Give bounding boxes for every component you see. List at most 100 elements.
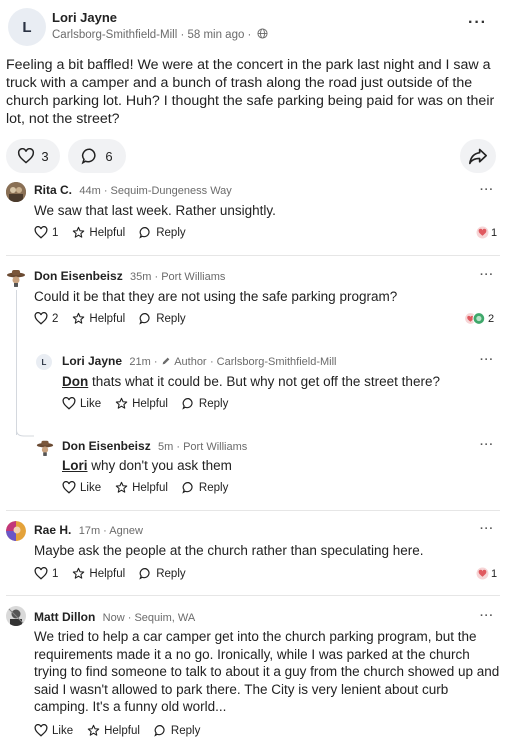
comment-like-button[interactable]: Like xyxy=(34,724,73,737)
reply-author-avatar[interactable]: L xyxy=(36,354,52,370)
commenter-avatar[interactable] xyxy=(6,606,26,626)
reply-label: Reply xyxy=(156,567,186,580)
post-author-avatar[interactable]: L xyxy=(8,8,46,46)
comment-more-button[interactable]: ··· xyxy=(480,610,494,622)
share-arrow-icon xyxy=(469,148,487,165)
post-comments-button[interactable]: 6 xyxy=(68,139,126,173)
commenter-avatar[interactable] xyxy=(6,182,26,202)
reply-bubble-icon xyxy=(154,725,165,737)
reply-helpful-button[interactable]: Helpful xyxy=(115,481,168,494)
comment-more-button[interactable]: ··· xyxy=(480,184,494,196)
reply-text: Don thats what it could be. But why not … xyxy=(62,373,492,391)
comment-author-name[interactable]: Rae H. xyxy=(34,523,71,537)
reply-label: Reply xyxy=(198,397,229,410)
post-more-menu-button[interactable]: ··· xyxy=(468,14,487,32)
comment-author-name[interactable]: Rita C. xyxy=(34,183,72,197)
comment-helpful-button[interactable]: Helpful xyxy=(72,567,125,580)
reply-actions: Like Helpful Reply xyxy=(62,397,228,410)
comment-actions: 1 Helpful Reply xyxy=(34,226,186,239)
reply-author-name[interactable]: Lori Jayne xyxy=(62,354,122,368)
mention-link[interactable]: Don xyxy=(62,374,88,389)
comment-helpful-button[interactable]: Helpful xyxy=(87,724,140,737)
comment-actions: Like Helpful Reply xyxy=(34,724,200,737)
post-like-button[interactable]: 3 xyxy=(6,139,60,173)
comment-author-name[interactable]: Don Eisenbeisz xyxy=(34,269,123,283)
comment-reaction-summary[interactable]: 1 xyxy=(476,226,497,239)
reply-reply-button[interactable]: Reply xyxy=(182,481,228,494)
reply-like-button[interactable]: Like xyxy=(62,481,101,494)
reply-more-button[interactable]: ··· xyxy=(480,439,494,451)
thread-line xyxy=(16,290,17,435)
comment-like-count: 1 xyxy=(52,567,59,580)
comment-helpful-button[interactable]: Helpful xyxy=(72,312,125,325)
reply-author[interactable]: Lori Jayne 21m · Author · Carlsborg-Smit… xyxy=(62,354,336,368)
comment-author[interactable]: Matt Dillon Now · Sequim, WA xyxy=(34,610,195,624)
heart-icon xyxy=(34,312,48,325)
comment-reply-button[interactable]: Reply xyxy=(154,724,200,737)
comment-meta: 35m · Port Williams xyxy=(130,271,226,283)
comment-meta: 44m · Sequim-Dungeness Way xyxy=(79,185,232,197)
star-icon xyxy=(115,397,128,409)
comment-more-button[interactable]: ··· xyxy=(480,523,494,535)
reply-author-name[interactable]: Don Eisenbeisz xyxy=(62,439,151,453)
comment-text: Could it be that they are not using the … xyxy=(34,289,398,304)
heart-icon xyxy=(34,724,48,737)
post-body-text: Feeling a bit baffled! We were at the co… xyxy=(6,57,495,127)
star-icon xyxy=(115,481,128,493)
reply-reply-button[interactable]: Reply xyxy=(182,397,228,410)
comment-reaction-summary[interactable]: 1 xyxy=(476,567,497,580)
comment-like-button[interactable]: 1 xyxy=(34,226,58,239)
commenter-avatar[interactable] xyxy=(6,267,26,287)
comment-reply-button[interactable]: Reply xyxy=(139,312,186,325)
comment-author[interactable]: Rae H. 17m · Agnew xyxy=(34,523,143,537)
heart-icon xyxy=(34,226,48,239)
comment-reply-button[interactable]: Reply xyxy=(139,567,186,580)
mention-link[interactable]: Lori xyxy=(62,458,88,473)
thread-branch xyxy=(16,420,34,437)
cowboy-hat-avatar-icon xyxy=(6,267,26,287)
reply-bubble-icon xyxy=(139,568,150,580)
comment-like-button[interactable]: 1 xyxy=(34,567,58,580)
reply-more-button[interactable]: ··· xyxy=(480,354,494,366)
star-icon xyxy=(73,567,85,579)
divider xyxy=(6,255,500,256)
heart-reaction-icon xyxy=(476,567,489,580)
comment-reaction-summary[interactable]: 2 xyxy=(464,312,494,325)
heart-icon xyxy=(34,567,48,580)
heart-icon xyxy=(62,481,76,494)
comment-reply-button[interactable]: Reply xyxy=(139,226,186,239)
reply-label: Reply xyxy=(156,312,186,325)
helpful-label: Helpful xyxy=(89,312,126,325)
reply-bubble-icon xyxy=(139,227,150,239)
comment-actions: 1 Helpful Reply xyxy=(34,567,186,580)
comment-more-button[interactable]: ··· xyxy=(480,269,494,281)
post-comment-count: 6 xyxy=(105,148,113,164)
reply-actions: Like Helpful Reply xyxy=(62,481,228,494)
comment-text: We saw that last week. Rather unsightly. xyxy=(34,203,276,218)
post-meta-text: Carlsborg-Smithfield-Mill · 58 min ago · xyxy=(52,29,252,41)
multi-reaction-icon xyxy=(464,312,486,325)
star-icon xyxy=(87,724,100,736)
cowboy-hat-avatar-icon xyxy=(36,438,54,456)
post-meta: Carlsborg-Smithfield-Mill · 58 min ago · xyxy=(52,28,268,41)
comment-author-name[interactable]: Matt Dillon xyxy=(34,610,95,624)
reply-author-avatar[interactable] xyxy=(36,438,54,456)
reply-author[interactable]: Don Eisenbeisz 5m · Port Williams xyxy=(62,439,247,453)
photo-avatar-icon xyxy=(6,606,26,626)
comment-author[interactable]: Don Eisenbeisz 35m · Port Williams xyxy=(34,269,225,283)
comment-meta: Now · Sequim, WA xyxy=(102,612,196,624)
reply-text-body: why don't you ask them xyxy=(87,458,232,473)
post-author-name[interactable]: Lori Jayne xyxy=(52,10,117,25)
like-label: Like xyxy=(52,724,74,737)
comment-helpful-button[interactable]: Helpful xyxy=(72,226,125,239)
comment-author[interactable]: Rita C. 44m · Sequim-Dungeness Way xyxy=(34,183,232,197)
commenter-avatar[interactable] xyxy=(6,521,26,541)
reply-like-button[interactable]: Like xyxy=(62,397,101,410)
divider xyxy=(6,595,500,596)
star-icon xyxy=(73,226,85,238)
comment-like-button[interactable]: 2 xyxy=(34,312,58,325)
helpful-label: Helpful xyxy=(104,724,140,737)
comment-like-count: 2 xyxy=(52,312,59,325)
post-share-button[interactable] xyxy=(460,139,496,173)
reply-helpful-button[interactable]: Helpful xyxy=(115,397,168,410)
